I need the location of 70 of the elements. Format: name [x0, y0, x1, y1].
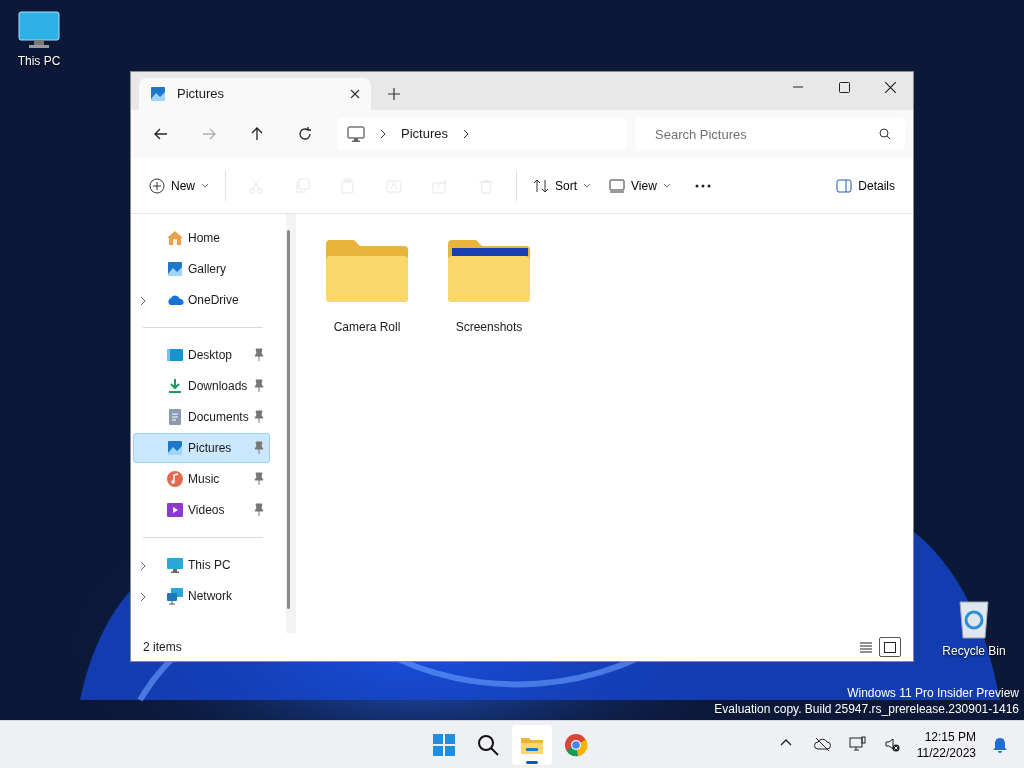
search-field[interactable]: Search Pictures: [635, 118, 905, 150]
watermark-text: Windows 11 Pro Insider Preview: [846, 685, 1019, 701]
list-lines-icon: [859, 640, 873, 654]
folder-item[interactable]: Screenshots: [438, 232, 540, 336]
breadcrumb[interactable]: Pictures: [401, 124, 448, 144]
notification-bell-icon[interactable]: [992, 736, 1008, 753]
close-icon: [884, 81, 896, 93]
document-icon: [166, 408, 184, 426]
chevron-icon[interactable]: [140, 591, 146, 602]
watermark-text: Evaluation copy. Build 25947.rs_prerelease.230901-1416: [714, 701, 1019, 717]
browser-icon: [564, 732, 588, 757]
image-icon: [149, 85, 167, 103]
file-explorer-button[interactable]: [512, 724, 552, 765]
left-arrow-icon: [153, 126, 169, 142]
new-menu-button[interactable]: New: [141, 168, 217, 203]
close-icon[interactable]: [349, 88, 361, 100]
sidebar-item[interactable]: Gallery: [133, 254, 270, 284]
sidebar-item[interactable]: Music: [133, 464, 270, 494]
search-icon: [476, 732, 500, 757]
view-menu-button[interactable]: View: [601, 168, 679, 203]
details-pane-icon: [836, 177, 853, 194]
refresh-icon: [297, 126, 313, 142]
sidebar-item[interactable]: Desktop: [133, 340, 270, 370]
desktop-icon-label: Recycle Bin: [942, 643, 1006, 660]
tiles-view-button[interactable]: [879, 637, 901, 657]
square-icon: [883, 640, 897, 654]
details-button[interactable]: Details: [828, 168, 903, 203]
cloud-icon[interactable]: [813, 736, 831, 753]
up-arrow-icon: [249, 126, 265, 142]
monitor-icon: [347, 125, 365, 143]
window-tab[interactable]: Pictures: [139, 78, 371, 110]
chevron-icon: [379, 129, 387, 139]
network-icon: [166, 587, 184, 605]
caret-icon: [583, 182, 592, 189]
monitor-icon: [17, 10, 61, 50]
image-icon: [166, 260, 184, 278]
address-bar[interactable]: Pictures: [337, 118, 627, 150]
clock[interactable]: 12:15 PM 11/22/2023: [912, 728, 980, 761]
caret-icon: [662, 182, 671, 189]
network-icon[interactable]: [848, 736, 866, 753]
folder-item[interactable]: Camera Roll: [316, 232, 418, 336]
house-icon: [166, 229, 184, 247]
image-icon: [166, 439, 184, 457]
scrollbar-thumb[interactable]: [287, 230, 290, 609]
video-icon: [166, 501, 184, 519]
monitor-icon: [166, 556, 184, 574]
sidebar-item[interactable]: This PC: [133, 550, 270, 580]
desktop-icon: [166, 346, 184, 364]
music-icon: [166, 470, 184, 488]
maximize-icon: [838, 81, 850, 93]
download-icon: [166, 377, 184, 395]
volume-muted-icon[interactable]: [883, 736, 901, 753]
sidebar-item[interactable]: Home: [133, 223, 270, 253]
sidebar-item[interactable]: Network: [133, 581, 270, 611]
right-arrow-icon: [201, 126, 217, 142]
chevron-icon[interactable]: [140, 295, 146, 306]
chevron-icon[interactable]: [140, 560, 146, 571]
windows-grid-icon: [432, 732, 456, 757]
item-count: 2 items: [143, 639, 182, 656]
desktop-icon-label: This PC: [17, 53, 61, 70]
search-icon: [879, 128, 891, 140]
sidebar-item[interactable]: Documents: [133, 402, 270, 432]
chevron-icon: [461, 129, 470, 139]
sidebar-item[interactable]: Pictures: [133, 433, 270, 463]
sidebar-item[interactable]: Videos: [133, 495, 270, 525]
sidebar-item[interactable]: Downloads: [133, 371, 270, 401]
caret-icon: [201, 182, 209, 189]
sort-menu-button[interactable]: Sort: [525, 168, 600, 203]
plus-icon: [388, 87, 400, 100]
sidebar-item[interactable]: OneDrive: [133, 285, 270, 315]
